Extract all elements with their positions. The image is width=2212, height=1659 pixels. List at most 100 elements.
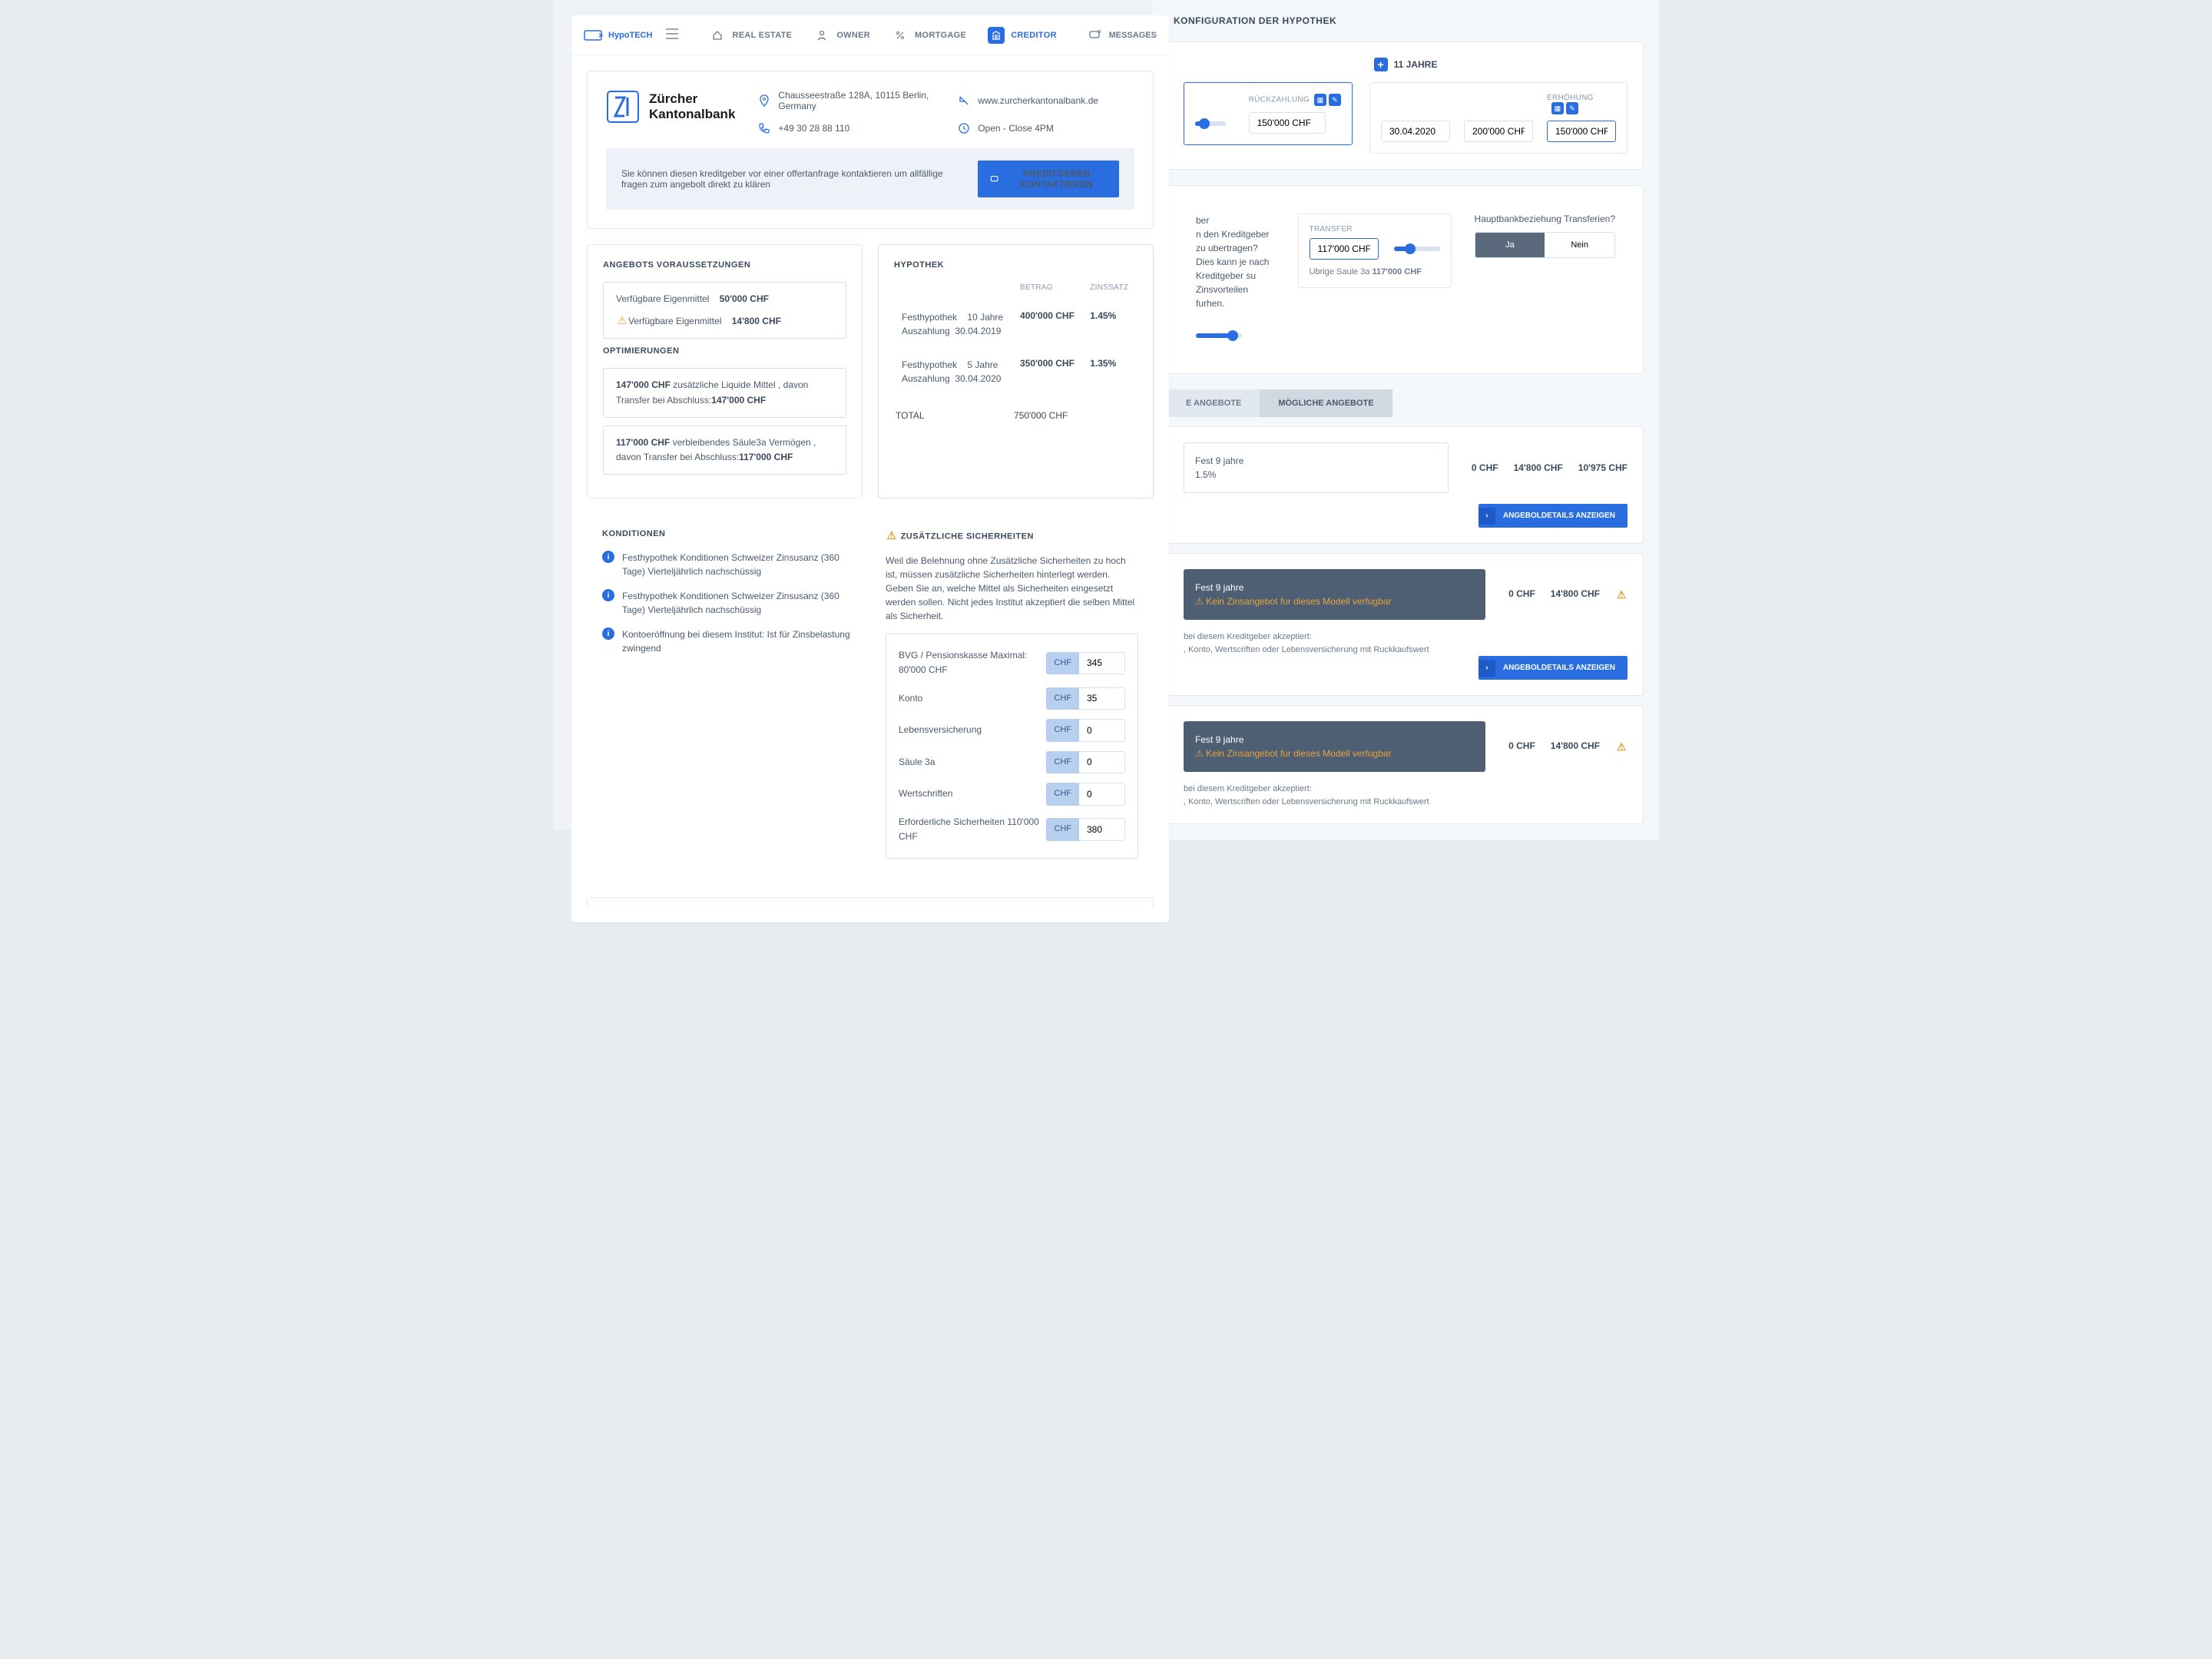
kond-title: KONDITIONEN <box>602 529 855 538</box>
bank-name: ZürcherKantonalbank <box>649 91 735 123</box>
condition-item: iKontoeröffnung bei diesem Institut: Ist… <box>602 628 855 655</box>
security-row: Erforderliche Sicherheiten 110'000 CHFCH… <box>899 810 1125 849</box>
menu-icon[interactable] <box>666 28 678 41</box>
security-row: LebensversicherungCHF <box>899 714 1125 747</box>
transfer-mid: TRANSFER Ubrige Saule 3a 117'000 CHF <box>1298 214 1452 288</box>
repayment-input[interactable] <box>1249 112 1326 134</box>
offer-card: Fest 9 jahre⚠ Kein Zinsangebot fur diese… <box>1167 553 1644 696</box>
mortgage-col: HYPOTHEK BETRAGZINSSATZ Festhypothek 10 … <box>878 244 1154 498</box>
warning-icon: ⚠ <box>886 529 898 541</box>
transfer-text: ber n den Kreditgeber zu ubertragen? Die… <box>1196 214 1275 346</box>
bank-card: ZürcherKantonalbank Chausseestraße 128A,… <box>587 71 1154 229</box>
security-input[interactable] <box>1079 719 1125 742</box>
security-row: Säule 3aCHF <box>899 747 1125 779</box>
nav-creditor[interactable]: CREDITOR <box>988 27 1057 44</box>
config-panel: KONFIGURATION DER HYPOTHEK + 11 JAHRE RÜ… <box>1152 0 1659 839</box>
warning-icon: ⚠ <box>616 314 628 326</box>
repayment-block[interactable]: RÜCKZAHLUNG▦✎ <box>1184 82 1353 145</box>
offer-values: 0 CHF14'800 CHF⚠ <box>1508 588 1628 601</box>
config-card: + 11 JAHRE RÜCKZAHLUNG▦✎ <box>1167 41 1644 170</box>
app-logo[interactable]: HypoTECH <box>584 28 652 42</box>
transfer-label: TRANSFER <box>1310 225 1353 233</box>
offer-values: 0 CHF14'800 CHF⚠ <box>1508 740 1628 753</box>
transfer-question: Hauptbankbeziehung Transferien? Ja Nein <box>1475 214 1615 258</box>
security-row: BVG / Pensionskasse Maximal: 80'000 CHFC… <box>899 644 1125 682</box>
opt-title: OPTIMIERUNGEN <box>603 346 846 356</box>
nav-mortgage[interactable]: MORTGAGE <box>892 27 966 44</box>
table-row: TOTAL750'000 CHF <box>896 396 1136 421</box>
conditions-col: KONDITIONEN iFesthypothek Konditionen Sc… <box>587 514 863 882</box>
main-panel: HypoTECH REAL ESTATE OWNER MORTGAGE CRED… <box>571 15 1169 922</box>
security-input[interactable] <box>1079 652 1125 675</box>
info-icon: i <box>602 551 614 563</box>
warning-icon: ⚠ <box>1615 740 1628 753</box>
nav-real-estate[interactable]: REAL ESTATE <box>709 27 792 44</box>
calc-icon[interactable]: ▦ <box>1314 94 1326 106</box>
security-input[interactable] <box>1079 818 1125 841</box>
table-row: Festhypothek 5 JahreAuszahlung 30.04.202… <box>896 349 1136 395</box>
mortgage-table: BETRAGZINSSATZ Festhypothek 10 JahreAusz… <box>894 282 1137 422</box>
unit-label: CHF <box>1046 719 1079 742</box>
bank-logo: ZürcherKantonalbank <box>606 90 735 124</box>
offer-details-button[interactable]: ›ANGEBOLDETAILS ANZEIGEN <box>1479 656 1628 680</box>
opt-box-2: 117'000 CHF verbleibendes Säule3a Vermög… <box>603 426 846 475</box>
increase-input[interactable] <box>1547 121 1616 142</box>
sec-desc: Weil die Belehnung ohne Zusätzliche Sich… <box>886 554 1138 623</box>
offer-card: Fest 9 jahre1.5% 0 CHF14'800 CHF10'975 CH… <box>1167 426 1644 544</box>
table-row: Festhypothek 10 JahreAuszahlung 30.04.20… <box>896 301 1136 347</box>
calc-icon[interactable]: ▦ <box>1551 102 1564 114</box>
security-input[interactable] <box>1079 783 1125 806</box>
condition-item: iFesthypothek Konditionen Schweizer Zins… <box>602 589 855 617</box>
sec-title: ⚠ ZUSÄTZLICHE SICHERHEITEN <box>886 529 1138 541</box>
chevron-right-icon: › <box>1479 508 1495 525</box>
hyp-title: HYPOTHEK <box>894 260 1137 270</box>
years-label: 11 JAHRE <box>1394 59 1438 70</box>
percent-icon <box>892 27 909 44</box>
transfer-card: ber n den Kreditgeber zu ubertragen? Die… <box>1167 185 1644 374</box>
edit-icon[interactable]: ✎ <box>1566 102 1578 114</box>
offer-values: 0 CHF14'800 CHF10'975 CHF <box>1472 462 1628 473</box>
toggle-no[interactable]: Nein <box>1545 233 1614 257</box>
security-row: KontoCHF <box>899 683 1125 715</box>
prereq-box: Verfügbare Eigenmittel 50'000 CHF ⚠Verfü… <box>603 282 846 339</box>
unit-label: CHF <box>1046 652 1079 675</box>
offer-note: bei diesem Kreditgeber akzeptiert:, Kont… <box>1184 631 1628 656</box>
nav-owner[interactable]: OWNER <box>813 27 870 44</box>
bank-phone: +49 30 28 88 110 <box>758 122 935 134</box>
house-icon <box>709 27 726 44</box>
amount-input[interactable] <box>1464 121 1533 142</box>
config-title: KONFIGURATION DER HYPOTHEK <box>1174 15 1644 26</box>
repayment-label: RÜCKZAHLUNG▦✎ <box>1249 94 1341 106</box>
contact-button[interactable]: KREDITGEBER KONTAKTIEREN <box>978 161 1119 197</box>
bank-icon <box>988 27 1005 44</box>
offer-tabs: E ANGEBOTE MÖGLICHE ANGEBOTE <box>1167 389 1644 417</box>
securities-col: ⚠ ZUSÄTZLICHE SICHERHEITEN Weil die Bele… <box>878 514 1154 882</box>
tab-offers-a[interactable]: E ANGEBOTE <box>1167 389 1260 417</box>
security-input[interactable] <box>1079 751 1125 774</box>
bank-website[interactable]: www.zurcherkantonalbank.de <box>958 90 1134 111</box>
warning-icon: ⚠ <box>1615 588 1628 601</box>
person-icon <box>813 27 830 44</box>
nav-messages[interactable]: MESSAGES <box>1086 27 1157 44</box>
tab-offers-b[interactable]: MÖGLICHE ANGEBOTE <box>1260 389 1392 417</box>
bank-address: Chausseestraße 128A, 10115 Berlin, Germa… <box>758 90 935 111</box>
contact-bar: Sie können diesen kreditgeber vor einer … <box>606 148 1134 210</box>
years-header: + 11 JAHRE <box>1184 58 1628 71</box>
offer-desc: Fest 9 jahre1.5% <box>1184 442 1449 493</box>
transfer-input[interactable] <box>1310 238 1379 260</box>
security-input[interactable] <box>1079 687 1125 710</box>
chevron-right-icon: › <box>1479 660 1495 677</box>
date-input[interactable] <box>1381 121 1450 142</box>
repayment-slider[interactable] <box>1195 121 1226 126</box>
opt-box-1: 147'000 CHF zusätzliche Liquide Mittel ,… <box>603 368 846 417</box>
info-icon: i <box>602 589 614 601</box>
transfer-slider[interactable] <box>1394 247 1440 251</box>
transfer-slider-left[interactable] <box>1196 333 1242 338</box>
add-icon[interactable]: + <box>1374 58 1388 71</box>
prerequisites-col: ANGEBOTS VORAUSSETZUNGEN Verfügbare Eige… <box>587 244 863 498</box>
edit-icon[interactable]: ✎ <box>1329 94 1341 106</box>
offer-details-button[interactable]: ›ANGEBOLDETAILS ANZEIGEN <box>1479 504 1628 528</box>
toggle-yes[interactable]: Ja <box>1475 233 1545 257</box>
offer-desc: Fest 9 jahre⚠ Kein Zinsangebot fur diese… <box>1184 569 1485 620</box>
increase-block[interactable]: ERHÖHUNG▦✎ <box>1369 82 1628 154</box>
